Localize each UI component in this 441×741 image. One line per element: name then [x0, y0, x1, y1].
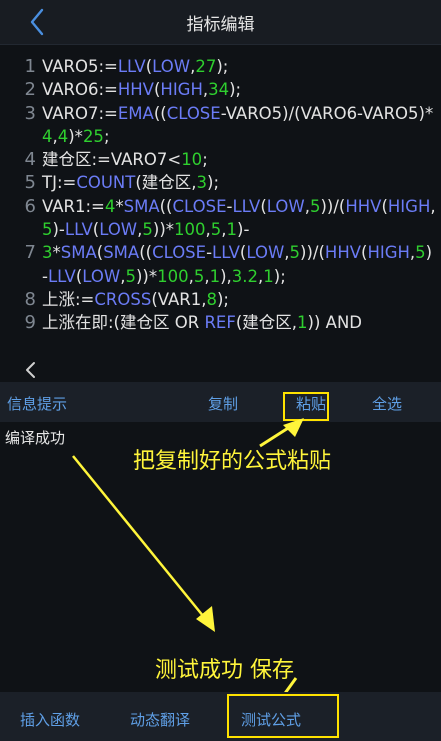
- status-arrow: [72, 455, 209, 623]
- dynamic-translate-button[interactable]: 动态翻译: [130, 709, 190, 730]
- paste-arrowhead-icon: [283, 418, 304, 437]
- annotation-arrows: [72, 418, 304, 712]
- test-formula-highlight-box: [227, 694, 339, 738]
- insert-function-button[interactable]: 插入函数: [20, 709, 80, 730]
- bottom-action-bar: 插入函数 动态翻译 测试公式: [0, 692, 441, 741]
